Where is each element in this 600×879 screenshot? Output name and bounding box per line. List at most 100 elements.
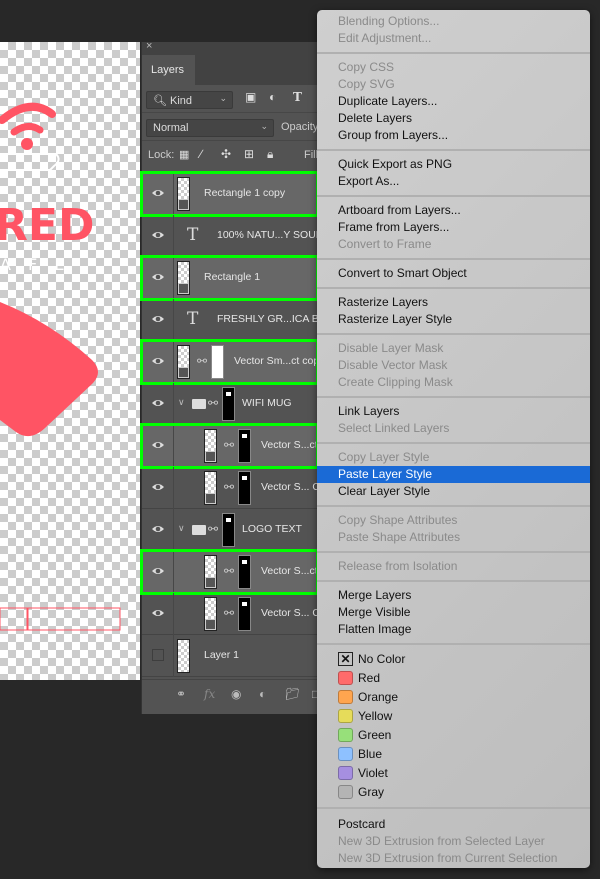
menu-item-label: Orange [358,690,399,704]
color-swatch [338,709,353,723]
menu-item-rasterize-layer-style[interactable]: Rasterize Layer Style [317,311,590,328]
layer-row[interactable]: ⚯ Vector S... Obje [142,593,335,635]
eye-icon[interactable] [151,188,165,198]
menu-item-paste-layer-style[interactable]: Paste Layer Style [317,466,590,483]
link-icon: ⚯ [224,480,235,494]
eye-icon[interactable] [151,356,165,366]
layer-name: Vector Sm...ct copy [234,355,325,367]
menu-item-group-from-layers[interactable]: Group from Layers... [317,127,590,144]
eye-icon[interactable] [151,608,165,618]
layer-row[interactable]: T 100% NATU...Y SOUR [142,215,323,257]
menu-separator [317,638,590,650]
artboard-icon[interactable]: ⊞ [244,147,254,161]
document-canvas[interactable]: RED A F E [0,42,140,680]
eye-hidden-box[interactable] [152,649,164,661]
adjustment-icon[interactable]: ◐ [259,687,266,701]
visibility-toggle[interactable] [142,551,174,593]
menu-item-merge-visible[interactable]: Merge Visible [317,604,590,621]
adjustment-filter-icon[interactable]: ◐ [269,90,276,104]
eye-icon[interactable] [151,482,165,492]
layer-row[interactable]: ⚯ Vector S...ct co [140,423,332,469]
menu-item-flatten-image[interactable]: Flatten Image [317,621,590,638]
menu-item-red[interactable]: Red [317,669,590,688]
visibility-toggle[interactable] [142,341,174,383]
layer-row[interactable]: T FRESHLY GR...ICA BE [142,299,326,341]
layer-row[interactable]: Rectangle 1 copy [140,171,319,217]
expand-chevron-icon[interactable]: ∨ [178,397,185,408]
menu-item-clear-layer-style[interactable]: Clear Layer Style [317,483,590,500]
eye-icon[interactable] [151,230,165,240]
folder-icon[interactable]: 📁︎ [285,687,300,701]
eye-icon[interactable] [151,272,165,282]
menu-item-gray[interactable]: Gray [317,783,590,802]
menu-item-link-layers[interactable]: Link Layers [317,403,590,420]
menu-item-yellow[interactable]: Yellow [317,707,590,726]
fx-icon[interactable]: fx [204,687,215,701]
visibility-toggle[interactable] [142,593,174,635]
menu-item-frame-from-layers[interactable]: Frame from Layers... [317,219,590,236]
eye-icon[interactable] [151,440,165,450]
menu-item-label: Blue [358,747,383,761]
visibility-toggle[interactable] [142,383,174,425]
eye-icon[interactable] [151,566,165,576]
layer-row[interactable]: ∨ ⚯ WIFI MUG [142,383,318,425]
layers-panel: × Layers 🔍︎ Kind ⌄ ▣ ◐ T Normal ⌄ Opacity … [140,40,335,714]
layer-row[interactable]: Rectangle 1 [140,255,319,301]
color-swatch [338,728,353,742]
no-color-icon: ✕ [338,652,353,666]
menu-item-violet[interactable]: Violet [317,764,590,783]
lock-icon[interactable]: 🔒︎ [267,147,273,162]
filter-kind-select[interactable]: 🔍︎ Kind ⌄ [146,91,233,109]
visibility-toggle[interactable] [142,257,174,299]
move-icon[interactable]: ✣ [221,147,231,161]
menu-item-green[interactable]: Green [317,726,590,745]
visibility-toggle[interactable] [142,173,174,215]
type-filter-icon[interactable]: T [293,90,302,104]
mask-icon[interactable]: ◉ [231,687,241,701]
layer-row[interactable]: ⚯ Vector S...ct co [140,549,332,595]
brush-icon[interactable]: ∕ [200,147,202,161]
visibility-toggle[interactable] [142,509,174,551]
layer-row[interactable]: ⚯ Vector Sm...ct copy [140,339,324,385]
visibility-toggle[interactable] [142,467,174,509]
menu-item-delete-layers[interactable]: Delete Layers [317,110,590,127]
layer-row[interactable]: ⚯ Vector S... Obje [142,467,335,509]
visibility-toggle[interactable] [142,425,174,467]
layer-thumbnail [204,597,217,631]
menu-item-postcard[interactable]: Postcard [317,816,590,833]
menu-item-label: Merge Visible [338,605,411,619]
link-icon[interactable]: ⚭ [176,687,186,701]
menu-item-rasterize-layers[interactable]: Rasterize Layers [317,294,590,311]
menu-item-label: Convert to Frame [338,237,432,251]
menu-item-orange[interactable]: Orange [317,688,590,707]
visibility-toggle[interactable] [142,215,174,257]
menu-item-merge-layers[interactable]: Merge Layers [317,587,590,604]
lock-transparency-icon[interactable]: ▦ [179,148,189,161]
menu-separator [317,144,590,156]
close-panel-button[interactable]: × [146,40,152,52]
layer-row[interactable]: Layer 1 [142,635,318,677]
expand-chevron-icon[interactable]: ∨ [178,523,185,534]
menu-item-quick-export-as-png[interactable]: Quick Export as PNG [317,156,590,173]
image-filter-icon[interactable]: ▣ [245,90,256,104]
eye-icon[interactable] [151,398,165,408]
eye-icon[interactable] [151,524,165,534]
visibility-toggle[interactable] [142,299,174,341]
layer-mask-thumbnail [238,597,251,631]
menu-item-artboard-from-layers[interactable]: Artboard from Layers... [317,202,590,219]
visibility-toggle[interactable] [142,635,174,677]
menu-item-duplicate-layers[interactable]: Duplicate Layers... [317,93,590,110]
menu-item-blue[interactable]: Blue [317,745,590,764]
layer-name: Rectangle 1 [204,271,261,283]
menu-item-create-clipping-mask: Create Clipping Mask [317,374,590,391]
layer-row[interactable]: ∨ ⚯ LOGO TEXT [142,509,318,551]
layer-thumbnail [204,555,217,589]
menu-item-convert-to-smart-object[interactable]: Convert to Smart Object [317,265,590,282]
menu-item-no-color[interactable]: ✕ No Color [317,650,590,669]
menu-item-blending-options: Blending Options... [317,13,590,30]
layer-name: FRESHLY GR...ICA BE [217,313,326,325]
menu-item-export-as[interactable]: Export As... [317,173,590,190]
tab-layers[interactable]: Layers [142,55,195,85]
blend-mode-select[interactable]: Normal ⌄ [146,119,274,137]
eye-icon[interactable] [151,314,165,324]
